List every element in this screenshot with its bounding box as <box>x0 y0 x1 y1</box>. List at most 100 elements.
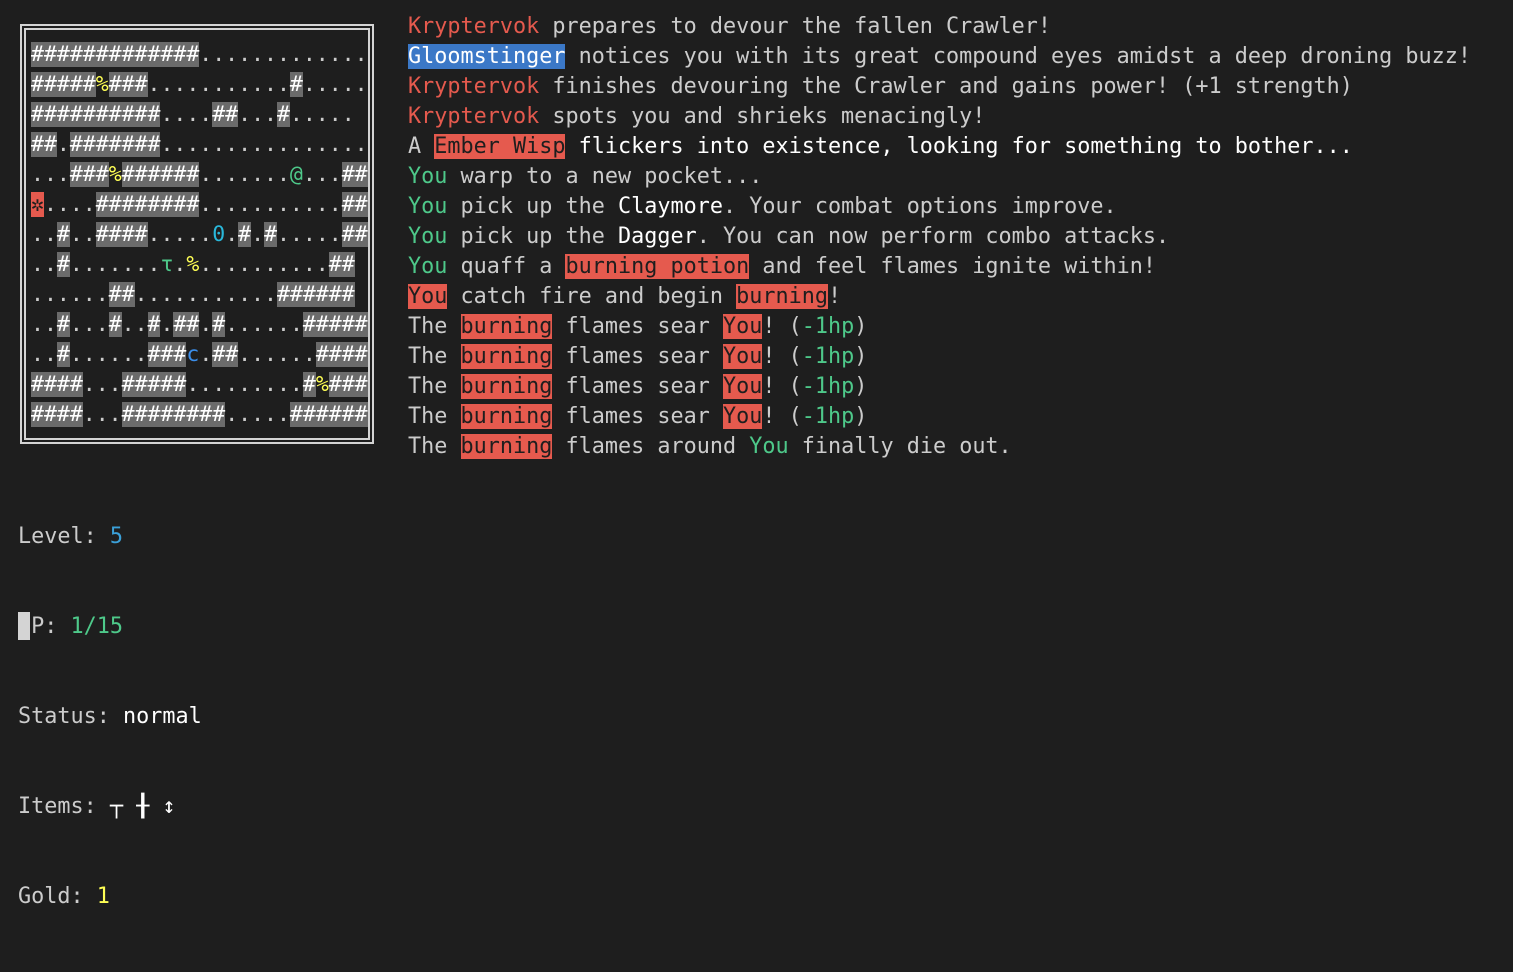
map-wall: ###### <box>121 162 200 187</box>
map-floor: ........... <box>134 282 277 307</box>
map-wall: # <box>56 342 70 367</box>
log-segment: flames sear <box>552 374 723 399</box>
map-row: ..#.......τ.%..........## <box>31 250 368 280</box>
map-wall: ## <box>341 192 368 217</box>
log-segment: You <box>749 434 789 459</box>
log-segment: Dagger <box>617 224 697 249</box>
map-row: ##########....##...#..... <box>31 100 368 130</box>
map-wall: #### <box>31 372 83 397</box>
map-wall: ######## <box>95 192 200 217</box>
map-floor: ... <box>82 372 122 397</box>
map-floor: ........... <box>147 72 290 97</box>
log-segment: Claymore <box>617 194 723 219</box>
log-segment: catch fire and begin <box>447 284 737 309</box>
map-wall: ### <box>69 162 109 187</box>
log-segment: You <box>722 374 763 399</box>
log-segment: ! ( <box>762 314 802 339</box>
map-wall: ## <box>173 312 200 337</box>
map-floor: ... <box>69 312 109 337</box>
log-segment: and feel flames ignite within! <box>749 254 1157 279</box>
map-row: ......##...........###### <box>31 280 368 310</box>
input-cursor[interactable] <box>18 612 30 640</box>
map-floor: . <box>199 312 213 337</box>
game-terminal: #############............. #####%###.....… <box>0 0 1513 909</box>
log-line: You pick up the Dagger. You can now perf… <box>408 222 1471 252</box>
map-floor: .... <box>160 102 213 127</box>
log-segment: Kryptervok <box>408 74 540 99</box>
items-value: ┬ ╂ ↕ <box>109 794 176 819</box>
map-wall: ## <box>212 102 239 127</box>
log-segment: A <box>408 134 435 159</box>
log-segment: You <box>722 404 763 429</box>
log-line: The burning flames sear You! (-1hp) <box>408 372 1471 402</box>
log-segment: notices you with its great compound eyes… <box>565 44 1471 69</box>
map-entity: c <box>186 342 200 367</box>
status-line: Status: normal <box>18 702 202 732</box>
log-segment: burning <box>460 374 553 399</box>
map-floor: . <box>251 222 265 247</box>
log-segment: flames around <box>552 434 750 459</box>
map-floor: ............. <box>199 42 368 67</box>
log-line: You pick up the Claymore. Your combat op… <box>408 192 1471 222</box>
log-segment: flames sear <box>552 344 723 369</box>
map-floor: ................ <box>160 132 368 157</box>
map-floor: .. <box>31 252 57 277</box>
map-wall: ############# <box>31 42 200 67</box>
map-floor: ....... <box>69 252 161 277</box>
log-segment: quaff a <box>447 254 566 279</box>
map-floor: . <box>160 312 174 337</box>
log-segment: The <box>408 434 461 459</box>
log-line: A Ember Wisp flickers into existence, lo… <box>408 132 1471 162</box>
map-floor: ........... <box>199 192 342 217</box>
map-floor: .. <box>31 222 57 247</box>
map-row: #############............. <box>31 40 368 70</box>
map-wall: ## <box>108 282 135 307</box>
level-value: 5 <box>109 524 123 549</box>
map-floor: . <box>225 222 239 247</box>
map-wall: # <box>56 222 70 247</box>
map-floor: .. <box>121 312 148 337</box>
log-line: You catch fire and begin burning! <box>408 282 1471 312</box>
map-floor: ... <box>31 162 70 187</box>
map-wall: ###### <box>289 402 368 427</box>
map-floor: ... <box>82 402 122 427</box>
map-wall: # <box>212 312 226 337</box>
map-item: % <box>108 162 122 187</box>
log-segment: -1hp <box>801 314 855 339</box>
map-wall: # <box>289 72 303 97</box>
log-line: The burning flames sear You! (-1hp) <box>408 342 1471 372</box>
log-segment: Ember Wisp <box>434 134 566 159</box>
map-wall: ## <box>31 132 57 157</box>
map-item: % <box>315 372 329 397</box>
map-floor: ...... <box>69 342 148 367</box>
map-entity: τ <box>160 252 174 277</box>
map-wall: ######## <box>121 402 226 427</box>
map-wall: # <box>302 372 316 397</box>
log-segment: Gloomstinger <box>408 44 566 69</box>
log-segment: The <box>408 314 461 339</box>
log-segment: You <box>408 254 448 279</box>
map-wall: # <box>108 312 122 337</box>
map-wall: #### <box>31 402 83 427</box>
map-row: ✲....########...........## <box>31 190 368 220</box>
log-segment: flames sear <box>552 404 723 429</box>
log-segment: spots you and shrieks menacingly! <box>539 104 986 129</box>
level-line: Level: 5 <box>18 522 202 552</box>
log-segment: -1hp <box>801 344 855 369</box>
map-floor: ....... <box>199 162 290 187</box>
map-wall: ## <box>341 222 368 247</box>
log-segment: burning potion <box>565 254 750 279</box>
log-segment: pick up the <box>447 194 618 219</box>
map-hazard: ✲ <box>31 192 44 217</box>
log-segment: You <box>408 164 448 189</box>
log-line: The burning flames around You finally di… <box>408 432 1471 462</box>
map-row: ..#..####.....0.#.#.....## <box>31 220 368 250</box>
map-floor: ..... <box>225 402 290 427</box>
map-floor: .......... <box>199 252 329 277</box>
log-segment: The <box>408 374 461 399</box>
map-row: ####...#####.........#%### <box>31 370 368 400</box>
log-line: The burning flames sear You! (-1hp) <box>408 312 1471 342</box>
map-wall: ### <box>147 342 187 367</box>
log-segment: ) <box>854 374 868 399</box>
map-wall: ## <box>341 162 368 187</box>
